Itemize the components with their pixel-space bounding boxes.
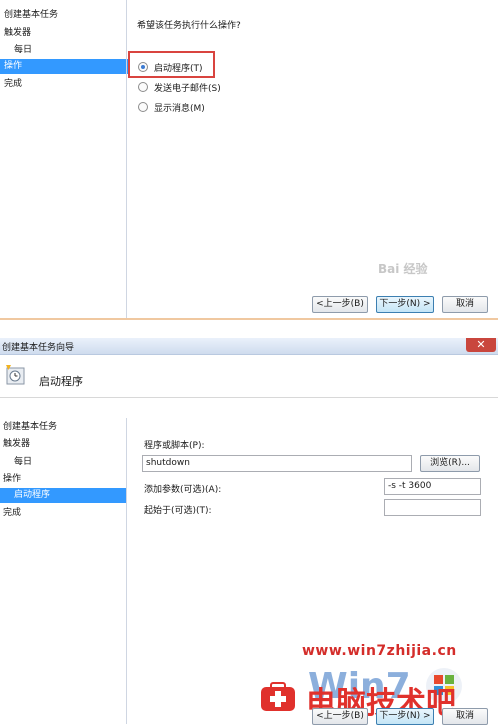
medical-kit-icon bbox=[261, 682, 295, 711]
radio-empty-icon bbox=[138, 102, 148, 112]
browse-button[interactable]: 浏览(R)... bbox=[420, 455, 480, 472]
radio-send-email[interactable]: 发送电子邮件(S) bbox=[138, 82, 221, 96]
radio-selected-icon bbox=[138, 62, 148, 72]
title-bar: 创建基本任务向导 ✕ bbox=[0, 338, 498, 355]
nav-item-daily[interactable]: 每日 bbox=[14, 455, 32, 470]
args-label: 添加参数(可选)(A): bbox=[144, 485, 222, 495]
nav-item-start-program[interactable]: 启动程序 bbox=[0, 488, 126, 503]
nav-item-action[interactable]: 操作 bbox=[0, 59, 128, 74]
window-title: 创建基本任务向导 bbox=[2, 343, 75, 353]
cancel-button[interactable]: 取消 bbox=[442, 296, 488, 313]
action-question: 希望该任务执行什么操作? bbox=[137, 21, 241, 31]
nav-separator bbox=[126, 418, 127, 724]
radio-label: 显示消息(M) bbox=[154, 104, 205, 114]
next-button[interactable]: 下一步(N) > bbox=[376, 296, 434, 313]
next-button[interactable]: 下一步(N) > bbox=[376, 708, 434, 725]
header-title: 启动程序 bbox=[39, 375, 83, 388]
action-step-panel: 创建基本任务 触发器 每日 操作 完成 希望该任务执行什么操作? 启动程序(T)… bbox=[0, 0, 498, 320]
nav-separator bbox=[126, 0, 127, 318]
nav-item-finish[interactable]: 完成 bbox=[4, 77, 22, 92]
radio-empty-icon bbox=[138, 82, 148, 92]
radio-start-program[interactable]: 启动程序(T) bbox=[138, 62, 203, 76]
back-button[interactable]: <上一步(B) bbox=[312, 296, 368, 313]
nav-item-trigger[interactable]: 触发器 bbox=[4, 26, 31, 41]
program-input[interactable]: shutdown bbox=[142, 455, 412, 472]
args-input[interactable]: -s -t 3600 bbox=[384, 478, 481, 495]
close-button[interactable]: ✕ bbox=[466, 338, 496, 352]
wizard-header: 启动程序 bbox=[0, 355, 498, 398]
nav-item-create-task[interactable]: 创建基本任务 bbox=[3, 420, 57, 435]
wizard-nav: 创建基本任务 触发器 每日 操作 完成 bbox=[0, 0, 128, 318]
nav-item-finish[interactable]: 完成 bbox=[3, 506, 21, 521]
radio-show-message[interactable]: 显示消息(M) bbox=[138, 102, 205, 116]
task-scheduler-icon bbox=[6, 365, 25, 385]
nav-item-create-task[interactable]: 创建基本任务 bbox=[4, 8, 58, 23]
site-url: www.win7zhijia.cn bbox=[302, 643, 457, 659]
wizard-nav: 创建基本任务 触发器 每日 操作 启动程序 完成 bbox=[0, 418, 126, 724]
nav-item-action[interactable]: 操作 bbox=[3, 472, 21, 487]
cancel-button[interactable]: 取消 bbox=[442, 708, 488, 725]
nav-item-trigger[interactable]: 触发器 bbox=[3, 437, 30, 452]
baidu-watermark: Bai 经验 bbox=[378, 262, 428, 276]
radio-label: 发送电子邮件(S) bbox=[154, 84, 221, 94]
program-label: 程序或脚本(P): bbox=[144, 441, 205, 451]
start-in-label: 起始于(可选)(T): bbox=[144, 506, 212, 516]
radio-label: 启动程序(T) bbox=[154, 64, 203, 74]
start-program-step-window: 创建基本任务向导 ✕ 启动程序 创建基本任务 触发器 每日 操作 启动程序 完成… bbox=[0, 338, 498, 725]
back-button[interactable]: <上一步(B) bbox=[312, 708, 368, 725]
start-in-input[interactable] bbox=[384, 499, 481, 516]
nav-item-daily[interactable]: 每日 bbox=[14, 43, 32, 58]
